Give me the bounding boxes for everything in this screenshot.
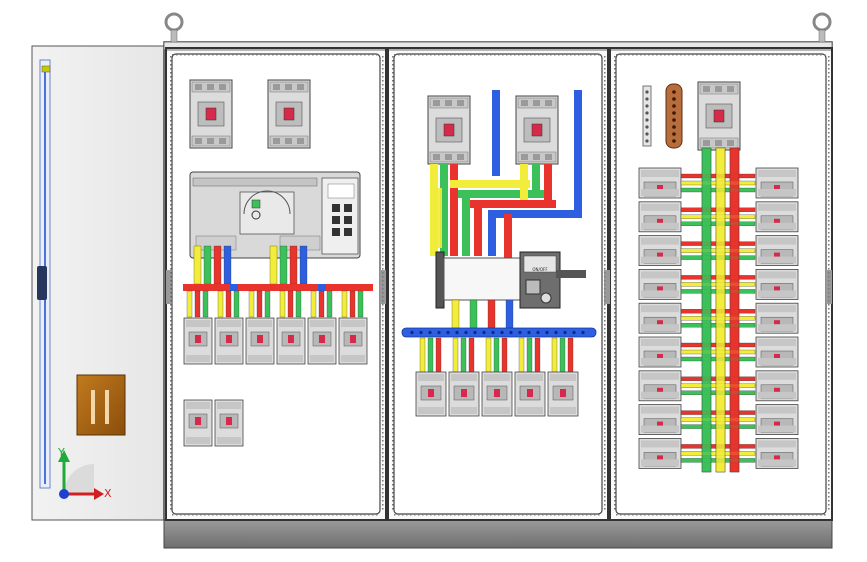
terminal-box bbox=[76, 374, 126, 436]
plinth bbox=[163, 519, 833, 549]
z-axis-dot bbox=[59, 489, 69, 499]
outgoing-breakers bbox=[415, 337, 579, 417]
breaker-rows bbox=[638, 147, 799, 473]
lifting-eye-left bbox=[164, 12, 184, 43]
breaker-large[interactable] bbox=[267, 79, 311, 149]
lifting-eye-right bbox=[812, 12, 832, 43]
breaker-large[interactable] bbox=[515, 95, 559, 165]
breaker-large[interactable] bbox=[427, 95, 471, 165]
meter-display bbox=[239, 191, 295, 235]
breaker-large[interactable] bbox=[189, 79, 233, 149]
transfer-switch-label-2: ON/OFF bbox=[532, 267, 548, 272]
switchboard-drawing: ON/OFF Y X bbox=[31, 12, 833, 549]
breaker-large[interactable] bbox=[697, 81, 741, 151]
busbar-red bbox=[183, 284, 373, 291]
x-axis-label: X bbox=[104, 487, 112, 500]
y-axis-label: Y bbox=[57, 446, 65, 459]
power-meter bbox=[189, 171, 361, 259]
left-door bbox=[31, 45, 167, 521]
door-handle[interactable] bbox=[37, 266, 47, 300]
